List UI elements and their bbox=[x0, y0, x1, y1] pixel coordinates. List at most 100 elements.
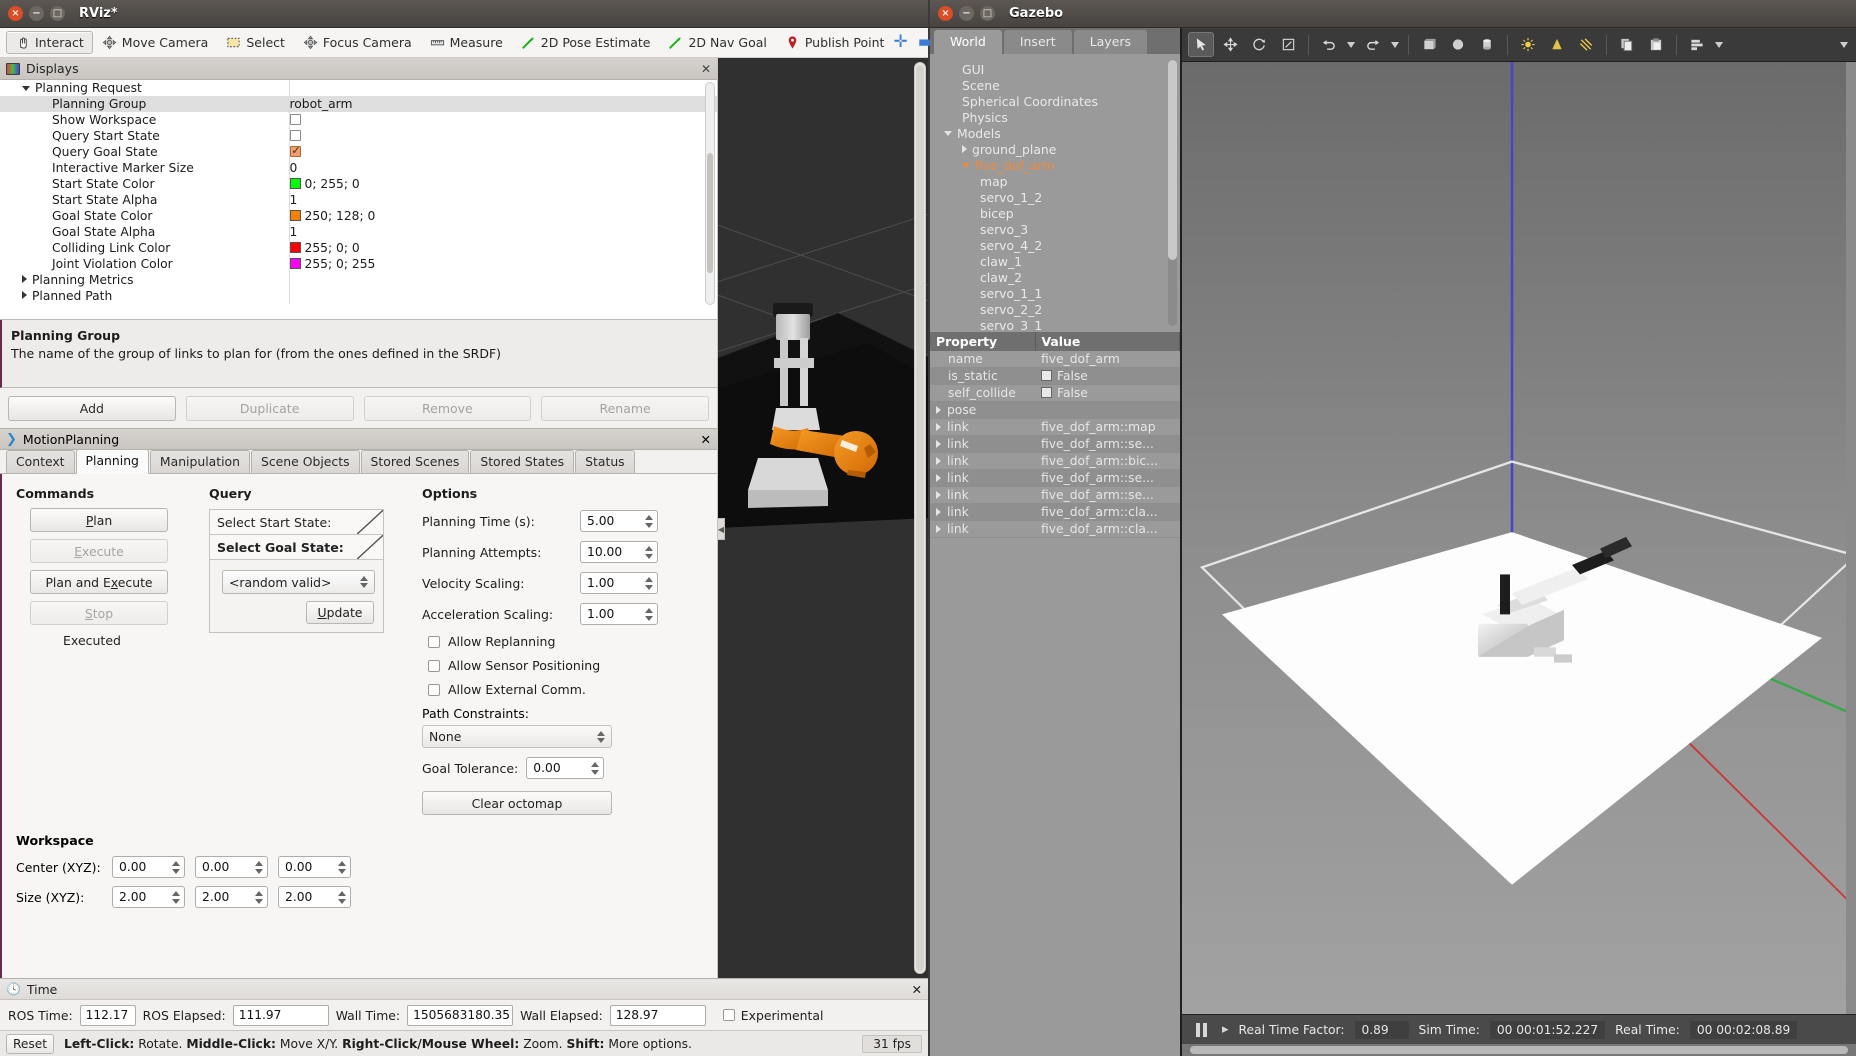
display-row-value[interactable]: 255; 0; 255 bbox=[289, 256, 717, 272]
redo-icon[interactable] bbox=[1360, 32, 1386, 57]
chevron-right-icon[interactable] bbox=[936, 525, 941, 533]
clear-octomap-button[interactable]: Clear octomap bbox=[422, 791, 612, 815]
property-value[interactable]: five_dof_arm::cla... bbox=[1035, 503, 1180, 521]
tool-select[interactable]: Select bbox=[217, 31, 294, 54]
gazebo-tab-insert[interactable]: Insert bbox=[1003, 30, 1072, 54]
property-row[interactable]: link five_dof_arm::se... bbox=[930, 486, 1180, 504]
arrow-select-icon[interactable] bbox=[1188, 32, 1214, 57]
tool-2d-nav-goal[interactable]: 2D Nav Goal bbox=[659, 31, 775, 54]
execute-button[interactable]: Execute bbox=[30, 539, 168, 563]
checkbox[interactable] bbox=[289, 114, 301, 125]
checkbox[interactable] bbox=[428, 635, 440, 648]
translate-icon[interactable] bbox=[1217, 32, 1243, 57]
property-value[interactable]: five_dof_arm bbox=[1035, 351, 1180, 368]
property-row[interactable]: link five_dof_arm::se... bbox=[930, 469, 1180, 487]
tab-status[interactable]: Status bbox=[575, 450, 635, 473]
align-dropdown-icon[interactable] bbox=[1713, 32, 1725, 57]
undo-dropdown-icon[interactable] bbox=[1345, 32, 1357, 57]
gazebo-tree-item[interactable]: ground_plane bbox=[930, 141, 1180, 157]
tool-interact[interactable]: Interact bbox=[6, 31, 93, 54]
display-row-value[interactable]: 255; 0; 0 bbox=[289, 240, 717, 256]
box-icon[interactable] bbox=[1416, 32, 1442, 57]
maximize-icon[interactable]: □ bbox=[50, 6, 65, 21]
display-row[interactable]: Show Workspace bbox=[0, 112, 717, 128]
tab-stored-scenes[interactable]: Stored Scenes bbox=[360, 450, 470, 473]
scrollbar-thumb[interactable] bbox=[916, 65, 924, 971]
gazebo-tree-item[interactable]: Scene bbox=[930, 77, 1180, 93]
spot-light-icon[interactable] bbox=[1544, 32, 1570, 57]
property-row[interactable]: link five_dof_arm::se... bbox=[930, 435, 1180, 453]
gazebo-tree-item[interactable]: servo_2_2 bbox=[930, 301, 1180, 317]
property-row[interactable]: link five_dof_arm::cla... bbox=[930, 520, 1180, 538]
displays-tree[interactable]: Planning Request Planning Group robot_arm S… bbox=[0, 80, 717, 320]
property-row[interactable]: link five_dof_arm::bic... bbox=[930, 452, 1180, 470]
property-value[interactable]: five_dof_arm::bic... bbox=[1035, 452, 1180, 470]
spinner-arrows-icon[interactable] bbox=[336, 858, 348, 876]
gazebo-tree-item[interactable]: claw_1 bbox=[930, 253, 1180, 269]
display-row-value[interactable] bbox=[289, 112, 717, 128]
ros-elapsed-field[interactable]: 111.97 bbox=[232, 1004, 329, 1026]
wall-time-field[interactable]: 1505683180.35 bbox=[407, 1004, 514, 1026]
experimental-checkbox-row[interactable]: Experimental bbox=[722, 1008, 823, 1023]
workspace-center-z[interactable]: 0.00 bbox=[278, 856, 351, 878]
chevron-right-icon[interactable] bbox=[936, 406, 941, 414]
display-row-value[interactable] bbox=[289, 288, 717, 304]
chevron-right-icon[interactable] bbox=[936, 423, 941, 431]
plus-icon[interactable]: ✛ bbox=[893, 34, 907, 51]
property-row[interactable]: self_collide False bbox=[930, 384, 1180, 402]
align-icon[interactable] bbox=[1684, 32, 1710, 57]
property-value[interactable]: False bbox=[1035, 367, 1180, 385]
option-spinbox[interactable]: 10.00 bbox=[580, 541, 658, 563]
display-row-value[interactable]: 0 bbox=[289, 160, 717, 176]
step-icon[interactable]: ▸ bbox=[1222, 1022, 1229, 1037]
chevron-right-icon[interactable] bbox=[936, 440, 941, 448]
display-row[interactable]: Planning Metrics bbox=[0, 272, 717, 288]
chevron-right-icon[interactable] bbox=[936, 491, 941, 499]
checkbox[interactable] bbox=[289, 130, 301, 141]
tool-publish-point[interactable]: Publish Point bbox=[776, 31, 894, 54]
display-row-value[interactable]: 1 bbox=[289, 192, 717, 208]
property-value[interactable]: five_dof_arm::se... bbox=[1035, 435, 1180, 453]
display-row[interactable]: Joint Violation Color 255; 0; 255 bbox=[0, 256, 717, 272]
gazebo-viewport-scrollbar[interactable] bbox=[1846, 62, 1856, 1014]
select-goal-state-row[interactable]: Select Goal State: bbox=[210, 535, 383, 560]
property-value[interactable]: five_dof_arm::se... bbox=[1035, 486, 1180, 504]
option-spinbox[interactable]: 1.00 bbox=[580, 603, 658, 625]
display-row[interactable]: Goal State Color 250; 128; 0 bbox=[0, 208, 717, 224]
chevron-down-icon[interactable] bbox=[962, 162, 970, 168]
chevron-right-icon[interactable] bbox=[22, 275, 27, 283]
display-row[interactable]: Planned Path bbox=[0, 288, 717, 304]
color-swatch[interactable] bbox=[289, 242, 301, 253]
displays-scrollbar[interactable] bbox=[705, 82, 715, 305]
display-row[interactable]: Goal State Alpha 1 bbox=[0, 224, 717, 240]
tool-focus-camera[interactable]: Focus Camera bbox=[294, 31, 421, 54]
display-row[interactable]: Interactive Marker Size 0 bbox=[0, 160, 717, 176]
property-value[interactable]: five_dof_arm::cla... bbox=[1035, 520, 1180, 538]
display-row-value[interactable]: 250; 128; 0 bbox=[289, 208, 717, 224]
spinner-arrows-icon[interactable] bbox=[643, 574, 655, 592]
cylinder-icon[interactable] bbox=[1474, 32, 1500, 57]
tool-2d-pose-estimate[interactable]: 2D Pose Estimate bbox=[512, 31, 660, 54]
display-row-value[interactable]: robot_arm bbox=[289, 96, 717, 112]
option-spinbox[interactable]: 5.00 bbox=[580, 510, 658, 532]
chevron-right-icon[interactable] bbox=[936, 474, 941, 482]
experimental-checkbox[interactable] bbox=[722, 1009, 735, 1021]
stop-button[interactable]: Stop bbox=[30, 601, 168, 625]
tab-context[interactable]: Context bbox=[6, 450, 75, 473]
workspace-center-x[interactable]: 0.00 bbox=[112, 856, 185, 878]
close-icon[interactable]: × bbox=[938, 6, 953, 21]
gazebo-tab-layers[interactable]: Layers bbox=[1073, 30, 1148, 54]
property-row[interactable]: pose bbox=[930, 401, 1180, 419]
tab-stored-states[interactable]: Stored States bbox=[470, 450, 575, 473]
tab-scene-objects[interactable]: Scene Objects bbox=[251, 450, 360, 473]
gazebo-tree-item[interactable]: servo_1_2 bbox=[930, 189, 1180, 205]
pause-icon[interactable] bbox=[1190, 1020, 1212, 1040]
gazebo-tree-item[interactable]: servo_3 bbox=[930, 221, 1180, 237]
add-button[interactable]: Add bbox=[8, 395, 176, 421]
reset-button[interactable]: Reset bbox=[6, 1033, 54, 1054]
scrollbar-thumb[interactable] bbox=[1190, 1046, 1848, 1054]
option-spinbox[interactable]: 1.00 bbox=[580, 572, 658, 594]
checkbox[interactable] bbox=[1041, 370, 1052, 381]
maximize-icon[interactable]: □ bbox=[980, 6, 995, 21]
gazebo-tree-item[interactable]: Models bbox=[930, 125, 1180, 141]
